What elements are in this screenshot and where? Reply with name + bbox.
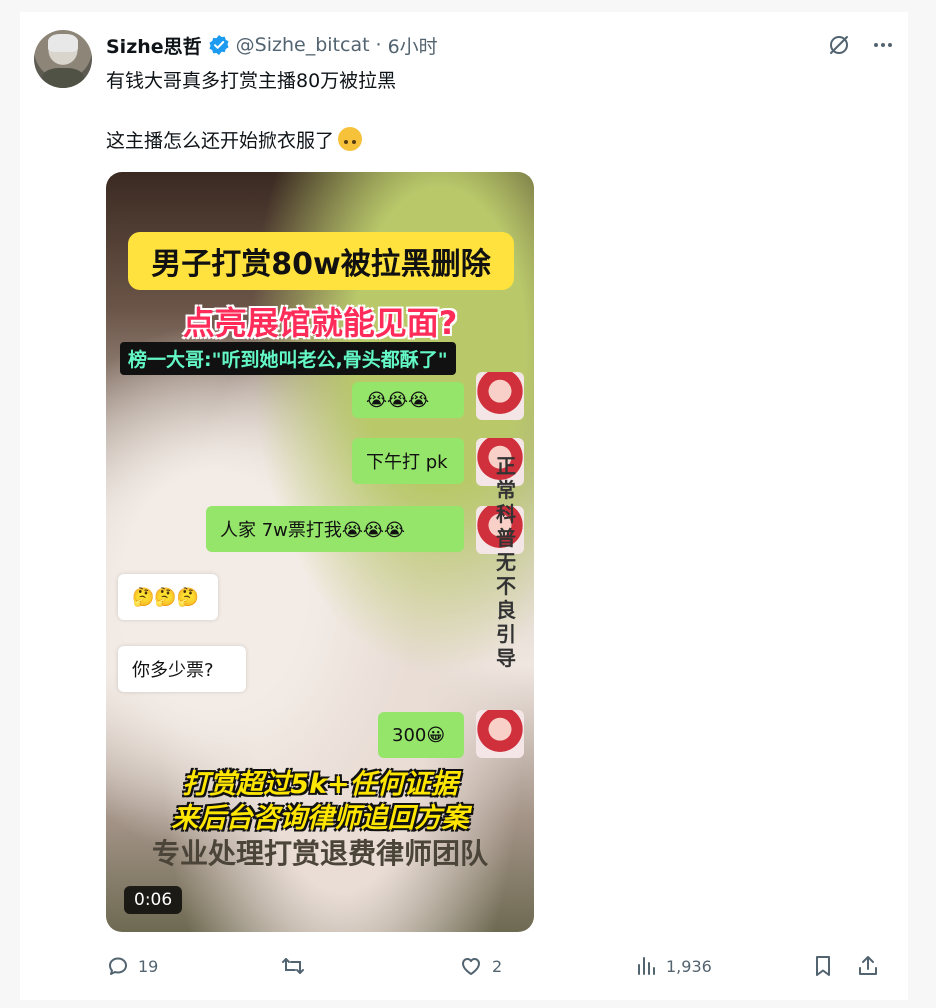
video-quote: 榜一大哥:"听到她叫老公,骨头都酥了": [120, 342, 456, 375]
bookmark-button[interactable]: [812, 954, 834, 978]
chat-avatar: [476, 710, 524, 758]
chat-bubble: 下午打 pk: [352, 438, 464, 484]
separator-dot: ·: [375, 34, 382, 56]
video-caption-bottom: 专业处理打赏退费律师团队: [151, 837, 488, 870]
video-subtitle: 点亮展馆就能见面?: [182, 304, 458, 342]
vertical-notice: 正常科普无不良引导: [496, 454, 516, 670]
grok-icon[interactable]: [826, 32, 852, 58]
chat-bubble: 人家 7w票打我😭😭😭: [206, 506, 464, 552]
views-button[interactable]: 1,936: [636, 954, 712, 978]
avatar-body: [42, 68, 84, 88]
post-header: Sizhe思哲 @Sizhe_bitcat · 6小时: [106, 32, 438, 58]
video-caption-line2: 来后台咨询律师追回方案: [171, 803, 469, 834]
share-icon: [856, 954, 880, 978]
reply-icon: [106, 954, 130, 978]
reply-button[interactable]: 19: [106, 954, 158, 978]
author-handle[interactable]: @Sizhe_bitcat: [236, 34, 370, 56]
post-text-line1: 有钱大哥真多打赏主播80万被拉黑: [106, 70, 397, 92]
post-text-line2-text: 这主播怎么还开始掀衣服了: [106, 130, 335, 152]
view-count: 1,936: [666, 956, 712, 976]
video-duration: 0:06: [124, 886, 183, 914]
chat-bubble: 🤔🤔🤔: [118, 574, 218, 620]
user-avatar[interactable]: [34, 30, 92, 88]
video-banner: 男子打赏80w被拉黑删除: [128, 232, 514, 290]
more-icon[interactable]: [870, 32, 896, 58]
like-button[interactable]: 2: [458, 954, 502, 978]
views-chart-icon: [636, 954, 658, 978]
post-top-actions: [826, 32, 896, 58]
upside-down-face-emoji-icon: [338, 127, 363, 151]
avatar-hair: [48, 34, 78, 52]
like-count: 2: [492, 956, 503, 976]
chat-bubble: 😭😭😭: [352, 382, 464, 418]
author-name[interactable]: Sizhe思哲: [106, 32, 202, 59]
post-time[interactable]: 6小时: [388, 32, 438, 59]
post-text-line2: 这主播怎么还开始掀衣服了: [106, 126, 363, 153]
retweet-icon: [280, 954, 306, 978]
chat-avatar: [476, 372, 524, 420]
heart-icon: [458, 954, 484, 978]
video-player[interactable]: 男子打赏80w被拉黑删除 点亮展馆就能见面? 榜一大哥:"听到她叫老公,骨头都酥…: [106, 172, 534, 932]
chat-bubble: 你多少票?: [118, 646, 246, 692]
verified-badge-icon: [208, 34, 230, 56]
share-button[interactable]: [856, 954, 880, 978]
reply-count: 19: [138, 956, 159, 976]
retweet-button[interactable]: [280, 954, 314, 978]
chat-bubble: 300😀: [378, 712, 464, 758]
post-actions-bar: 19 2 1,936: [106, 954, 882, 982]
bookmark-icon: [812, 954, 834, 978]
